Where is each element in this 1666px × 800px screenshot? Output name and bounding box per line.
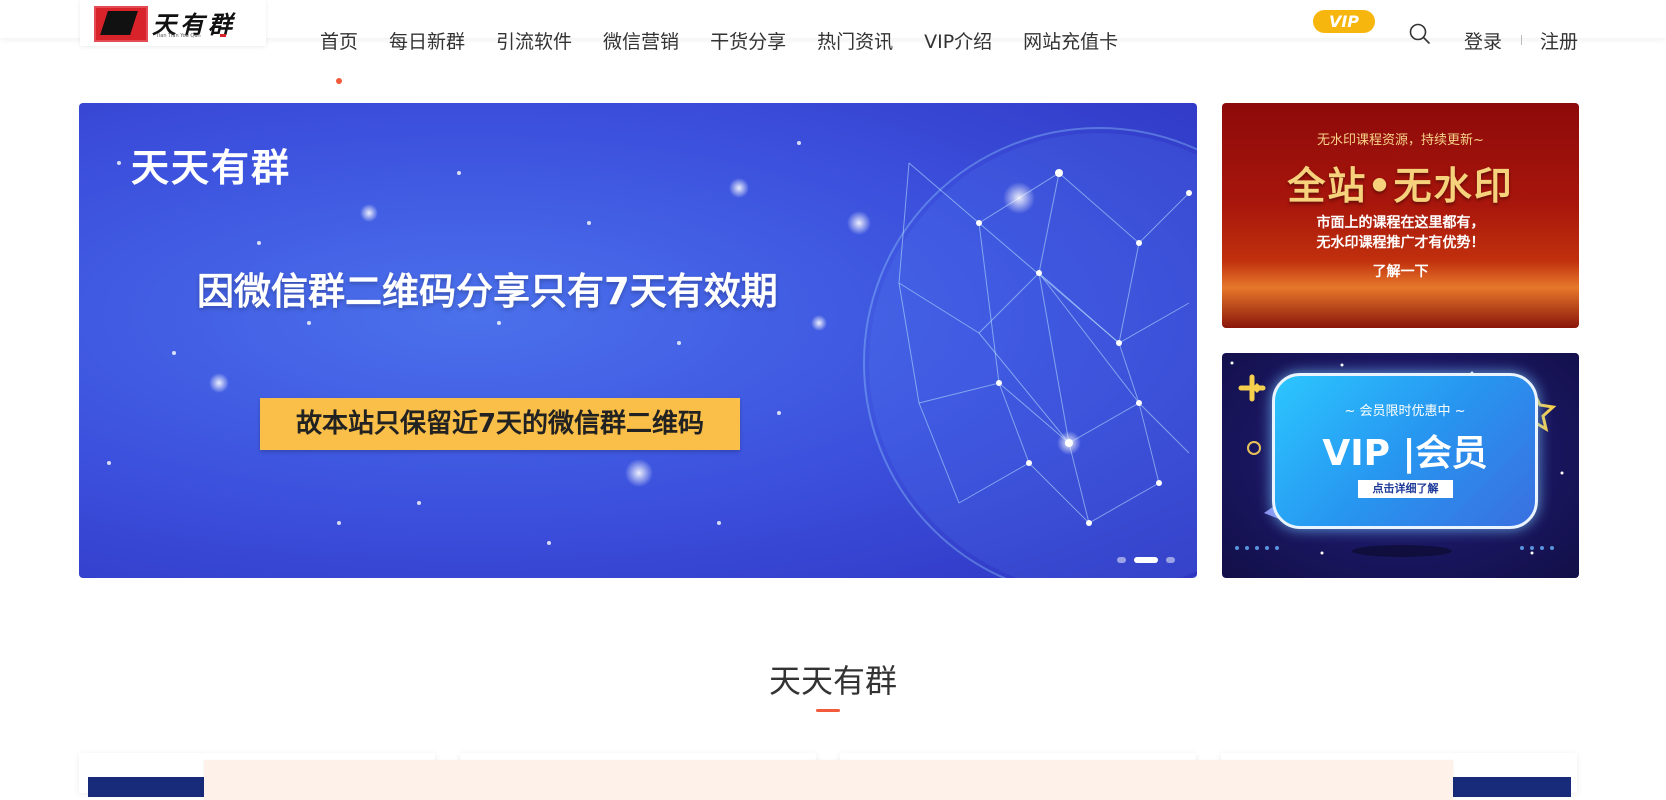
promo-body-line-1: 市面上的课程在这里都有， [1316, 215, 1485, 231]
promo-link[interactable]: 了解一下 [1222, 261, 1579, 281]
vip-title: VIP |会员 [1322, 433, 1488, 474]
nav-item-recharge-card[interactable]: 网站充值卡 [1023, 27, 1118, 54]
logo-subtext: Tian Tian You Qun [156, 33, 201, 39]
banner-headline: 因微信群二维码分享只有7天有效期 [197, 270, 778, 313]
card-thumbnail [1453, 777, 1571, 797]
nav-item-traffic-software[interactable]: 引流软件 [496, 27, 572, 54]
nav-item-wechat-marketing[interactable]: 微信营销 [603, 27, 679, 54]
logo-mark-icon [94, 6, 148, 42]
carousel-dot-active[interactable] [1134, 557, 1158, 563]
promo-vip-member[interactable]: ~ 会员限时优惠中 ~ VIP |会员 点击详细了解 [1222, 353, 1579, 578]
promo-body-line-2: 无水印课程推广才有优势！ [1316, 235, 1485, 251]
main-nav: 首页 每日新群 引流软件 微信营销 干货分享 热门资讯 VIP介绍 网站充值卡 [320, 27, 1149, 84]
card-thumbnail [88, 777, 206, 797]
top-header: 天有群 Tian Tian You Qun 首页 每日新群 引流软件 微信营销 … [0, 0, 1666, 84]
section-title-underline [816, 709, 840, 712]
notice-bar [204, 760, 1453, 800]
nav-item-tips[interactable]: 干货分享 [710, 27, 786, 54]
banner-cta[interactable]: 故本站只保留近7天的微信群二维码 [260, 398, 740, 450]
carousel-dot[interactable] [1166, 557, 1175, 563]
vip-details-button[interactable]: 点击详细了解 [1358, 480, 1453, 498]
search-icon[interactable] [1408, 22, 1432, 46]
carousel-dot[interactable] [1117, 557, 1126, 563]
banner-brand: 天天有群 [131, 146, 292, 190]
divider [1521, 35, 1522, 45]
register-link[interactable]: 注册 [1540, 27, 1578, 54]
vip-top-line: ~ 会员限时优惠中 ~ [1344, 404, 1466, 419]
hero-carousel[interactable]: 天天有群 因微信群二维码分享只有7天有效期 故本站只保留近7天的微信群二维码 [79, 103, 1197, 578]
nav-item-vip-intro[interactable]: VIP介绍 [924, 27, 992, 54]
section-title: 天天有群 [768, 662, 897, 700]
logo-accent [220, 34, 226, 37]
promo-title: 全站•无水印 [1287, 164, 1514, 208]
promo-top-line: 无水印课程资源，持续更新~ [1317, 133, 1484, 148]
nav-item-home[interactable]: 首页 [320, 27, 358, 84]
nav-item-hot-news[interactable]: 热门资讯 [817, 27, 893, 54]
site-logo[interactable]: 天有群 Tian Tian You Qun [80, 0, 266, 46]
carousel-indicators [1117, 557, 1183, 563]
vip-badge[interactable]: VIP [1313, 10, 1375, 33]
vip-panel: ~ 会员限时优惠中 ~ VIP |会员 点击详细了解 [1272, 373, 1538, 529]
promo-body: 市面上的课程在这里都有， 无水印课程推广才有优势！ [1222, 213, 1579, 253]
nav-item-daily-groups[interactable]: 每日新群 [389, 27, 465, 54]
promo-no-watermark[interactable]: 无水印课程资源，持续更新~ 全站•无水印 市面上的课程在这里都有， 无水印课程推… [1222, 103, 1579, 328]
login-link[interactable]: 登录 [1464, 27, 1502, 54]
